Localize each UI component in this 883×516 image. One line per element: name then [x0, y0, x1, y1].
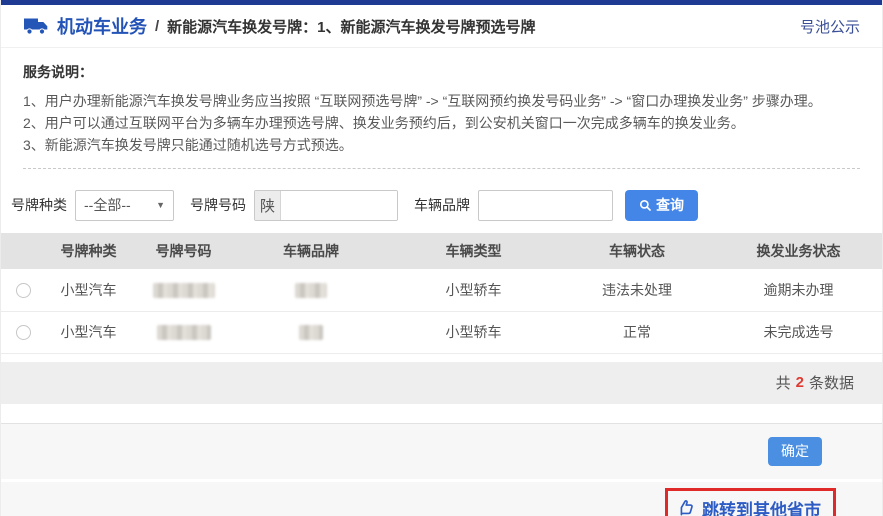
cell-plate-type: 小型汽车 — [46, 311, 131, 353]
redacted-plate-number — [157, 325, 211, 340]
vehicle-brand-label: 车辆品牌 — [414, 195, 470, 215]
confirm-section: 确定 — [1, 423, 882, 479]
note-line-3: 3、新能源汽车换发号牌只能通过随机选号方式预选。 — [23, 134, 860, 156]
cell-renewal-status: 未完成选号 — [713, 311, 883, 353]
record-count-prefix: 共 — [776, 372, 791, 393]
row-radio-button[interactable] — [16, 325, 31, 340]
column-header-vehicle-type: 车辆类型 — [386, 233, 561, 269]
column-header-plate-type: 号牌种类 — [46, 233, 131, 269]
redacted-plate-number — [153, 283, 215, 298]
service-notes-title: 服务说明： — [23, 62, 860, 82]
column-header-plate-number: 号牌号码 — [131, 233, 236, 269]
jump-section: 跳转到其他省市 — [1, 482, 882, 516]
chevron-down-icon: ▼ — [156, 200, 165, 210]
column-header-renewal-status: 换发业务状态 — [713, 233, 883, 269]
search-button[interactable]: 查询 — [625, 190, 698, 221]
plate-number-input[interactable] — [281, 191, 397, 220]
cell-vehicle-type: 小型轿车 — [386, 311, 561, 353]
table-row: 小型汽车 小型轿车 违法未处理 逾期未办理 — [1, 269, 883, 311]
app-title: 机动车业务 — [57, 13, 147, 39]
redacted-brand — [295, 283, 327, 298]
cell-renewal-status: 逾期未办理 — [713, 269, 883, 311]
page-header: 机动车业务 / 新能源汽车换发号牌：1、新能源汽车换发号牌预选号牌 号池公示 — [1, 5, 882, 48]
vehicle-brand-input[interactable] — [478, 190, 613, 221]
table-header-row: 号牌种类 号牌号码 车辆品牌 车辆类型 车辆状态 换发业务状态 — [1, 233, 883, 269]
column-header-brand: 车辆品牌 — [236, 233, 386, 269]
filter-bar: 号牌种类 --全部-- ▼ 号牌号码 陕 车辆品牌 查询 — [1, 169, 882, 221]
cell-vehicle-status: 违法未处理 — [561, 269, 713, 311]
table-row: 小型汽车 小型轿车 正常 未完成选号 — [1, 311, 883, 353]
search-button-label: 查询 — [656, 195, 684, 215]
note-line-1: 1、用户办理新能源汽车换发号牌业务应当按照 “互联网预选号牌” -> “互联网预… — [23, 90, 860, 112]
pointer-hand-icon — [676, 498, 696, 516]
plate-type-label: 号牌种类 — [11, 195, 67, 215]
column-header-vehicle-status: 车辆状态 — [561, 233, 713, 269]
annotation-highlight-box[interactable]: 跳转到其他省市 — [665, 488, 836, 516]
jump-other-province-link: 跳转到其他省市 — [702, 496, 821, 516]
plate-type-select[interactable]: --全部-- ▼ — [75, 190, 174, 221]
page: 机动车业务 / 新能源汽车换发号牌：1、新能源汽车换发号牌预选号牌 号池公示 服… — [0, 0, 883, 516]
note-line-2: 2、用户可以通过互联网平台为多辆车办理预选号牌、换发业务预约后，到公安机关窗口一… — [23, 112, 860, 134]
plate-number-label: 号牌号码 — [190, 195, 246, 215]
plate-type-selected-value: --全部-- — [84, 195, 131, 215]
breadcrumb-separator: / — [155, 18, 159, 35]
plate-number-group: 陕 — [254, 190, 398, 221]
service-notes: 服务说明： 1、用户办理新能源汽车换发号牌业务应当按照 “互联网预选号牌” ->… — [1, 48, 882, 169]
search-icon — [639, 199, 652, 212]
truck-icon — [23, 16, 49, 36]
row-radio-button[interactable] — [16, 283, 31, 298]
record-count-suffix: 条数据 — [809, 372, 854, 393]
pool-publicity-link[interactable]: 号池公示 — [800, 16, 860, 37]
breadcrumb: 新能源汽车换发号牌：1、新能源汽车换发号牌预选号牌 — [167, 16, 535, 37]
radio-column-header — [1, 233, 46, 269]
plate-province-prefix: 陕 — [255, 191, 281, 220]
record-count-value: 2 — [796, 374, 804, 391]
results-table: 号牌种类 号牌号码 车辆品牌 车辆类型 车辆状态 换发业务状态 小型汽车 小型轿… — [1, 233, 883, 354]
confirm-button[interactable]: 确定 — [768, 437, 822, 466]
cell-vehicle-type: 小型轿车 — [386, 269, 561, 311]
cell-vehicle-status: 正常 — [561, 311, 713, 353]
redacted-brand — [299, 325, 323, 340]
cell-plate-type: 小型汽车 — [46, 269, 131, 311]
record-count-bar: 共 2 条数据 — [1, 362, 882, 404]
